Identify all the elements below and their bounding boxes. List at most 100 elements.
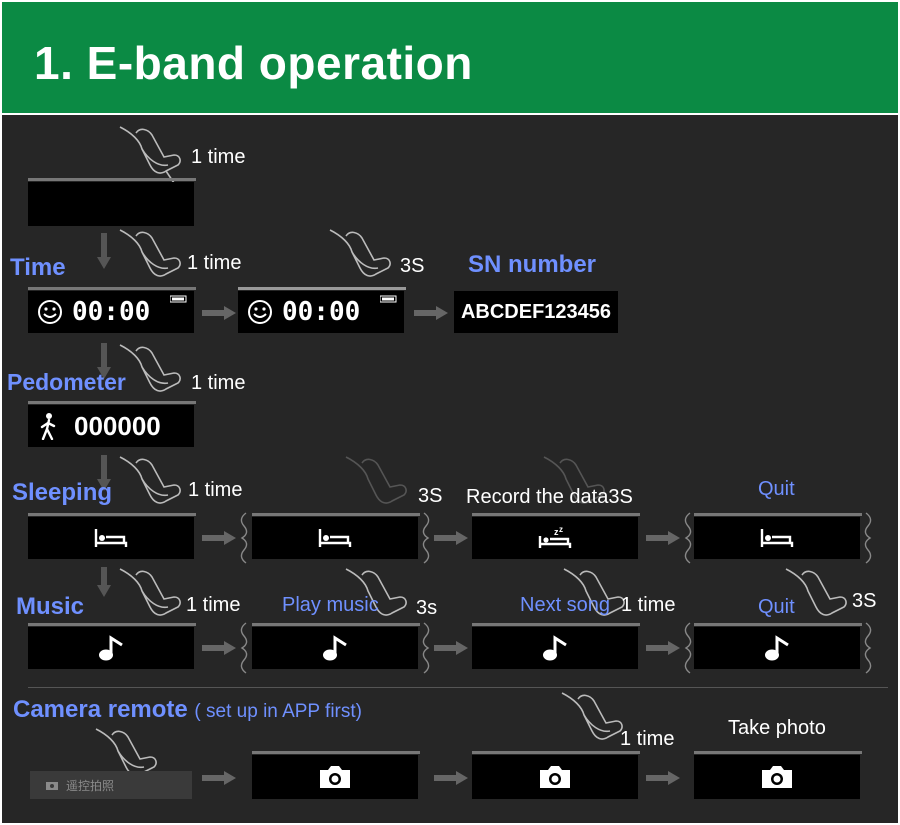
blank-screen (28, 182, 194, 226)
press-count: 1 time (191, 372, 246, 394)
right-arrow-icon (414, 306, 448, 320)
sleep-screen (28, 517, 194, 559)
sleep-screen (694, 517, 860, 559)
brace-right (864, 622, 872, 674)
press-count: 1 time (621, 594, 676, 616)
sn-number-label: SN number (468, 251, 597, 278)
brace-right (864, 512, 872, 564)
press-duration: 3s (416, 597, 438, 619)
brace-left (684, 622, 692, 674)
finger-press-icon (119, 568, 181, 616)
section-label-time: Time (10, 254, 66, 281)
time-value: 00:00 (282, 297, 361, 327)
music-note-icon (765, 635, 789, 661)
bed-icon (760, 529, 794, 547)
walking-person-icon (40, 413, 56, 440)
screen-edge (28, 401, 196, 404)
screen-edge (28, 178, 196, 181)
right-arrow-icon (202, 306, 236, 320)
smiley-icon (38, 300, 62, 324)
right-arrow-icon (646, 641, 680, 655)
time-screen: 00:00 (238, 291, 404, 333)
camera-screen (252, 755, 418, 799)
screen-edge (252, 513, 420, 516)
camera-screen (694, 755, 860, 799)
steps-value: 000000 (74, 410, 161, 441)
instruction-panel: 1 time Time 1 time 3S SN number 00:00 00… (2, 115, 898, 823)
record-data-label: Record the data3S (466, 486, 633, 508)
page: 1. E-band operation 1 time Time 1 time 3… (0, 0, 900, 825)
press-count: 1 time (186, 594, 241, 616)
screen-edge (28, 623, 196, 626)
screen-edge (472, 623, 640, 626)
screen-edge (472, 751, 640, 754)
finger-press-icon (119, 456, 181, 504)
music-note-icon (543, 635, 567, 661)
brace-right (422, 622, 430, 674)
quit-label: Quit (758, 478, 795, 500)
press-duration: 3S (400, 255, 425, 277)
sn-value: ABCDEF123456 (460, 300, 612, 323)
screen-edge (694, 623, 862, 626)
screen-edge (252, 751, 420, 754)
screen-edge (28, 287, 196, 290)
brace-left (240, 512, 248, 564)
press-count: 1 time (191, 146, 246, 168)
section-label-pedometer: Pedometer (7, 369, 126, 395)
press-count: 1 time (187, 252, 242, 274)
music-note-icon (323, 635, 347, 661)
music-screen (28, 627, 194, 669)
camera-label: Camera remote (13, 696, 188, 723)
right-arrow-icon (434, 531, 468, 545)
svg-text:z: z (559, 526, 563, 534)
right-arrow-icon (434, 771, 468, 785)
down-arrow-icon (97, 233, 111, 269)
right-arrow-icon (202, 771, 236, 785)
header: 1. E-band operation (0, 0, 900, 115)
right-arrow-icon (434, 641, 468, 655)
app-remote-label: 遥控拍照 (66, 778, 115, 793)
take-photo-label: Take photo (728, 717, 826, 739)
music-note-icon (99, 635, 123, 661)
screen-edge (472, 513, 640, 516)
down-arrow-icon (97, 567, 111, 597)
pedometer-screen: 000000 (28, 405, 194, 447)
music-screen (252, 627, 418, 669)
section-label-sleeping: Sleeping (12, 479, 113, 506)
finger-press-icon (119, 229, 181, 277)
right-arrow-icon (646, 531, 680, 545)
finger-press-icon (329, 229, 391, 277)
press-duration: 3S (852, 590, 877, 612)
right-arrow-icon (202, 531, 236, 545)
brace-left (240, 622, 248, 674)
battery-icon (380, 295, 397, 303)
brace-right (422, 512, 430, 564)
camera-icon (46, 782, 58, 790)
camera-sublabel: ( set up in APP first) (194, 701, 362, 722)
section-divider (28, 687, 888, 688)
time-value: 00:00 (72, 297, 151, 327)
right-arrow-icon (202, 641, 236, 655)
camera-icon (540, 766, 570, 788)
next-song-label: Next song (520, 594, 611, 616)
page-title: 1. E-band operation (34, 37, 473, 89)
screen-edge (252, 623, 420, 626)
right-arrow-icon (646, 771, 680, 785)
battery-icon (170, 295, 187, 303)
section-label-camera: Camera remote ( set up in APP first) (13, 696, 362, 724)
sleeping-bed-zz-icon: zz (538, 526, 572, 548)
bed-icon (94, 529, 128, 547)
music-screen (472, 627, 638, 669)
smiley-icon (248, 300, 272, 324)
press-count: 1 time (188, 479, 243, 501)
play-music-label: Play music (282, 594, 379, 616)
screen-edge (28, 513, 196, 516)
bed-icon (318, 529, 352, 547)
finger-press-icon (345, 456, 407, 504)
screen-edge (694, 751, 862, 754)
finger-press-icon (119, 344, 181, 392)
press-count: 1 time (620, 728, 675, 750)
brace-left (684, 512, 692, 564)
music-screen (694, 627, 860, 669)
sleep-screen (252, 517, 418, 559)
